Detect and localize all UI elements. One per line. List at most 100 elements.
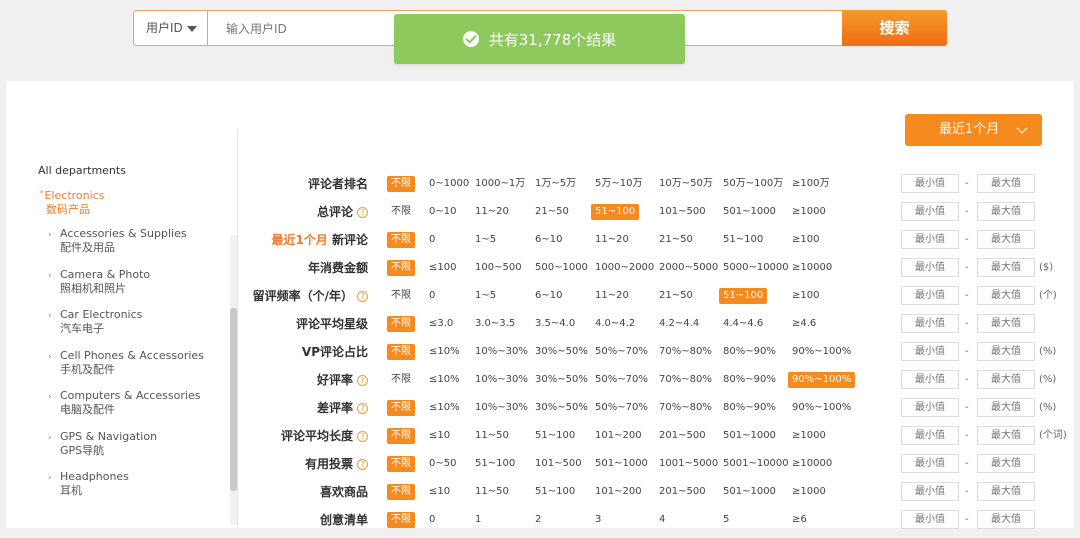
filter-option[interactable]: 10%~30% [475,344,528,360]
filter-option[interactable]: 50万~100万 [723,176,783,192]
filter-option[interactable]: 10%~30% [475,400,528,416]
min-value-input[interactable] [901,426,959,445]
filter-option[interactable]: ≤10 [429,428,450,444]
filter-option[interactable]: 1 [475,512,481,528]
filter-option[interactable]: 0 [429,512,435,528]
filter-option[interactable]: 不限 [387,512,415,528]
max-value-input[interactable] [977,286,1035,305]
filter-option[interactable]: ≥1000 [792,484,826,500]
filter-option[interactable]: 4 [659,512,665,528]
help-icon[interactable]: ? [357,459,368,470]
filter-option[interactable]: 1001~5000 [659,456,718,472]
filter-option[interactable]: ≤10% [429,400,460,416]
filter-option[interactable]: 不限 [387,232,415,248]
filter-option[interactable]: 不限 [387,400,415,416]
help-icon[interactable]: ? [357,207,368,218]
filter-option[interactable]: 501~1000 [723,428,776,444]
filter-option[interactable]: 0~10 [429,204,456,220]
filter-option[interactable]: 100~500 [475,260,522,276]
min-value-input[interactable] [901,398,959,417]
filter-option[interactable]: ≥1000 [792,428,826,444]
max-value-input[interactable] [977,230,1035,249]
min-value-input[interactable] [901,454,959,473]
filter-option[interactable]: 21~50 [535,204,569,220]
filter-option[interactable]: 5 [723,512,729,528]
filter-option[interactable]: 11~20 [475,204,509,220]
filter-option[interactable]: 11~20 [595,232,629,248]
filter-option[interactable]: 10%~30% [475,372,528,388]
filter-option[interactable]: 3.5~4.0 [535,316,575,332]
filter-option[interactable]: 1~5 [475,232,496,248]
filter-option[interactable]: ≤100 [429,260,456,276]
filter-option[interactable]: 70%~80% [659,372,712,388]
filter-option[interactable]: 不限 [391,288,411,304]
filter-option[interactable]: ≥4.6 [792,316,816,332]
filter-option[interactable]: ≥100万 [792,176,829,192]
filter-option[interactable]: 不限 [387,344,415,360]
max-value-input[interactable] [977,454,1035,473]
help-icon[interactable]: ? [357,431,368,442]
max-value-input[interactable] [977,174,1035,193]
max-value-input[interactable] [977,398,1035,417]
filter-option[interactable]: 101~200 [595,428,642,444]
max-value-input[interactable] [977,426,1035,445]
filter-option[interactable]: ≤10 [429,484,450,500]
filter-option[interactable]: 501~1000 [723,204,776,220]
filter-option[interactable]: 101~500 [535,456,582,472]
filter-option[interactable]: 5万~10万 [595,176,642,192]
filter-option[interactable]: 101~200 [595,484,642,500]
filter-option[interactable]: 21~50 [659,232,693,248]
search-type-dropdown[interactable]: 用户ID [134,11,208,45]
filter-option[interactable]: 51~100 [475,456,515,472]
filter-option[interactable]: 0 [429,288,435,304]
min-value-input[interactable] [901,482,959,501]
filter-option[interactable]: 501~1000 [723,484,776,500]
filter-option[interactable]: 不限 [387,316,415,332]
max-value-input[interactable] [977,342,1035,361]
filter-option[interactable]: 10万~50万 [659,176,713,192]
filter-option[interactable]: 不限 [387,260,415,276]
filter-option[interactable]: ≥6 [792,512,807,528]
filter-option[interactable]: 不限 [387,456,415,472]
filter-option[interactable]: ≥100 [792,232,819,248]
filter-option[interactable]: 1000~1万 [475,176,525,192]
filter-option[interactable]: 6~10 [535,288,562,304]
min-value-input[interactable] [901,342,959,361]
filter-option[interactable]: 80%~90% [723,372,776,388]
min-value-input[interactable] [901,314,959,333]
help-icon[interactable]: ? [357,403,368,414]
min-value-input[interactable] [901,230,959,249]
filter-option[interactable]: 1万~5万 [535,176,576,192]
filter-option[interactable]: 不限 [387,176,415,192]
filter-option[interactable]: 3 [595,512,601,528]
filter-option[interactable]: 50%~70% [595,400,648,416]
filter-option[interactable]: 3.0~3.5 [475,316,515,332]
filter-option[interactable]: 51~100 [723,232,763,248]
filter-option[interactable]: 5000~10000 [723,260,789,276]
filter-option[interactable]: 11~50 [475,428,509,444]
filter-option[interactable]: 51~100 [591,204,640,220]
help-icon[interactable]: ? [357,375,368,386]
filter-option[interactable]: 90%~100% [792,344,851,360]
min-value-input[interactable] [901,174,959,193]
filter-option[interactable]: 70%~80% [659,400,712,416]
filter-option[interactable]: ≥1000 [792,204,826,220]
filter-option[interactable]: 90%~100% [788,372,856,388]
filter-option[interactable]: 51~100 [535,428,575,444]
max-value-input[interactable] [977,202,1035,221]
filter-option[interactable]: 1~5 [475,288,496,304]
max-value-input[interactable] [977,510,1035,529]
filter-option[interactable]: 0~50 [429,456,456,472]
filter-option[interactable]: ≤10% [429,372,460,388]
min-value-input[interactable] [901,258,959,277]
filter-option[interactable]: ≤3.0 [429,316,453,332]
max-value-input[interactable] [977,370,1035,389]
filter-option[interactable]: 70%~80% [659,344,712,360]
filter-option[interactable]: 不限 [391,372,411,388]
filter-option[interactable]: 80%~90% [723,400,776,416]
max-value-input[interactable] [977,314,1035,333]
filter-option[interactable]: 201~500 [659,428,706,444]
filter-option[interactable]: 2 [535,512,541,528]
filter-option[interactable]: 21~50 [659,288,693,304]
filter-option[interactable]: 不限 [387,428,415,444]
